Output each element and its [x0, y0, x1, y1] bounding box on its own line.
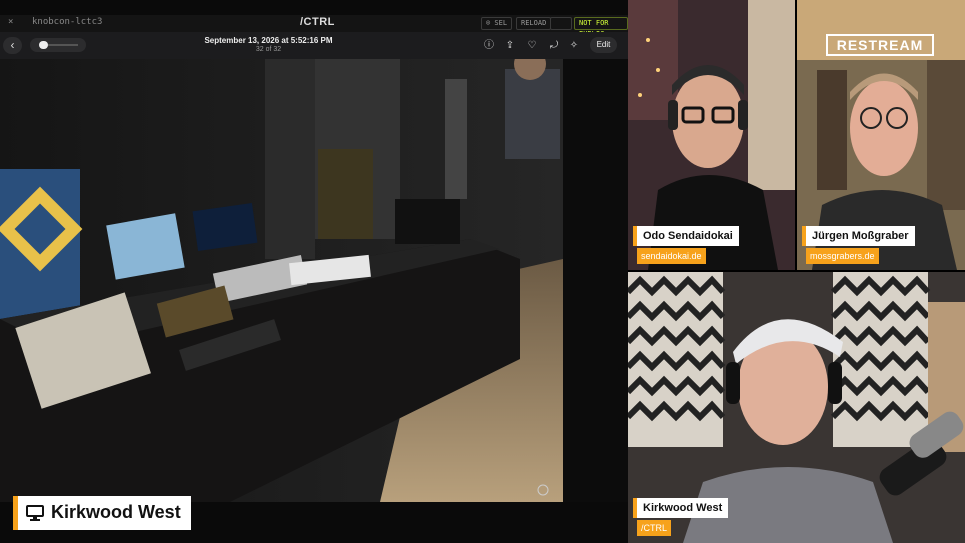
- rotate-icon[interactable]: ⤾: [547, 39, 561, 53]
- terminal-bar: × knobcon-lctc3 /CTRL ⌾ SEL RELOAD NOT F…: [0, 15, 628, 38]
- share-icon[interactable]: ⇪: [503, 39, 517, 53]
- not-for-public-pill[interactable]: NOT FOR PUBLIC: [574, 17, 628, 38]
- participant-subtitle: sendaidokai.de: [637, 248, 706, 264]
- main-lower-third: Kirkwood West: [13, 496, 191, 530]
- reload-pill[interactable]: RELOAD: [516, 17, 552, 30]
- participant-name: Jürgen Moßgraber: [802, 226, 915, 246]
- participant-tile-odo: Odo Sendaidokai sendaidokai.de: [628, 0, 795, 270]
- booth-illustration: [0, 59, 563, 502]
- photo-counter: 32 of 32: [255, 46, 282, 53]
- participant-subtitle: /CTRL: [637, 520, 672, 536]
- main-speaker-name: Kirkwood West: [51, 502, 181, 522]
- side-panel: [563, 59, 628, 502]
- monitor-icon: [26, 505, 44, 521]
- terminal-tab[interactable]: knobcon-lctc3: [32, 17, 102, 27]
- toggle-pill[interactable]: [550, 17, 572, 30]
- participant-tile-kirkwood: Kirkwood West /CTRL: [628, 272, 965, 543]
- participant-name: Odo Sendaidokai: [633, 226, 739, 246]
- ctrl-brand: /CTRL: [300, 16, 335, 28]
- photo-title: September 13, 2026 at 5:52:16 PM: [204, 36, 333, 45]
- magic-wand-icon[interactable]: ✧: [567, 39, 581, 53]
- participant-subtitle: mossgrabers.de: [806, 248, 879, 264]
- participant-name: Kirkwood West: [633, 498, 729, 518]
- photo-viewer-toolbar: ‹ September 13, 2026 at 5:52:16 PM 32 of…: [0, 32, 628, 59]
- edit-button[interactable]: Edit: [590, 37, 617, 53]
- sel-pill[interactable]: ⌾ SEL: [481, 17, 513, 30]
- accent-stripe: [13, 496, 18, 530]
- trade-show-photo: [0, 59, 563, 502]
- close-tab-icon[interactable]: ×: [8, 17, 13, 27]
- info-icon[interactable]: ⓘ: [482, 39, 496, 53]
- restream-logo: RESTREAM: [826, 34, 934, 56]
- stream-main-stage: × knobcon-lctc3 /CTRL ⌾ SEL RELOAD NOT F…: [0, 0, 628, 543]
- heart-icon[interactable]: ♡: [525, 39, 539, 53]
